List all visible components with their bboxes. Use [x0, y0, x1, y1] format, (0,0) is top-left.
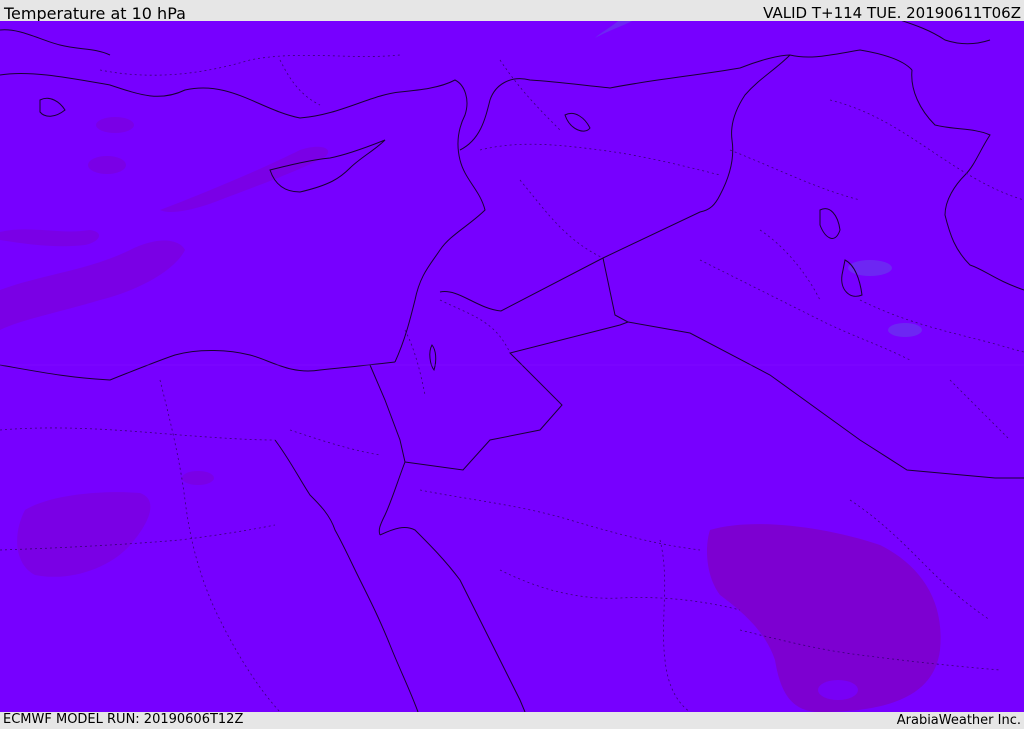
- map-viewer: Temperature at 10 hPa VALID T+114 TUE. 2…: [0, 0, 1024, 729]
- temperature-map: [0, 21, 1024, 712]
- map-title: Temperature at 10 hPa: [4, 4, 186, 23]
- cool-patch-iran-1: [848, 260, 892, 276]
- credit-label: ArabiaWeather Inc.: [896, 713, 1021, 728]
- warm-patch-arabia-hole: [818, 680, 858, 700]
- model-run-label: ECMWF MODEL RUN: 20190606T12Z: [3, 712, 244, 727]
- warm-patch-small-1: [96, 117, 134, 133]
- cool-patch-iran-2: [888, 323, 922, 337]
- valid-time-label: VALID T+114 TUE. 20190611T06Z: [763, 4, 1021, 22]
- warm-patch-egypt-small: [182, 471, 214, 485]
- warm-patch-small-2: [88, 156, 126, 174]
